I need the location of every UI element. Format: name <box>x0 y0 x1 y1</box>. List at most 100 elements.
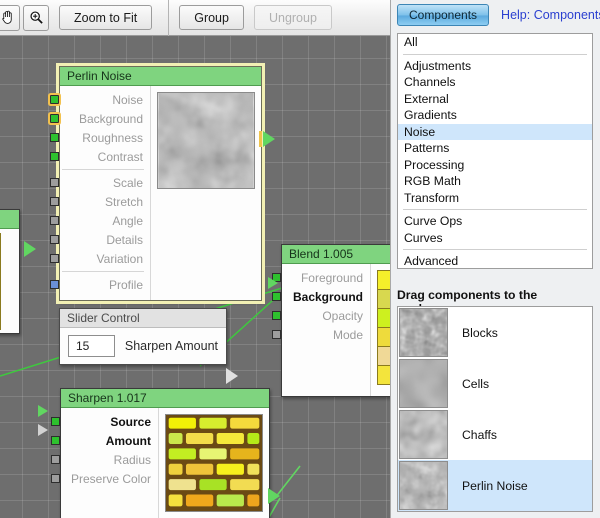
port-variation[interactable] <box>50 254 59 263</box>
help-components-link[interactable]: Help: Components <box>501 8 600 22</box>
output-bar-perlin <box>259 131 262 147</box>
tab-components[interactable]: Components <box>397 4 490 26</box>
param-row-amount[interactable]: Amount <box>51 431 158 450</box>
component-item-perlin-noise[interactable]: Perlin Noise <box>398 460 592 511</box>
param-separator <box>62 169 145 170</box>
slider-value-input[interactable]: 15 <box>68 335 115 357</box>
components-panel: Components Help: Components All Adjustme… <box>390 0 600 518</box>
chaffs-noise-thumbnail <box>399 410 448 459</box>
node-title-blend: Blend 1.005 <box>282 245 390 264</box>
category-all[interactable]: All <box>398 34 592 51</box>
port-angle[interactable] <box>50 216 59 225</box>
port-stretch[interactable] <box>50 197 59 206</box>
input-arrow-sharpen-source <box>38 405 48 417</box>
param-row-foreground[interactable]: Foreground <box>272 268 370 287</box>
slider-control-label: Sharpen Amount <box>124 339 218 353</box>
param-row-scale[interactable]: Scale <box>50 173 150 192</box>
cells-noise-thumbnail <box>399 359 448 408</box>
param-row-mode[interactable]: Mode <box>272 325 370 344</box>
port-profile[interactable] <box>50 280 59 289</box>
param-row-radius[interactable]: Radius <box>51 450 158 469</box>
port-background[interactable] <box>50 114 59 123</box>
node-title <box>0 210 19 229</box>
param-row-roughness[interactable]: Roughness <box>50 128 150 147</box>
param-row-profile[interactable]: Profile <box>50 275 150 294</box>
param-row-variation[interactable]: Variation <box>50 249 150 268</box>
component-item-cells[interactable]: Cells <box>398 358 592 409</box>
node-parameters-sharpen: Source Amount Radius Preserve Color <box>51 408 158 518</box>
category-channels[interactable]: Channels <box>398 74 592 91</box>
port-mode[interactable] <box>272 330 281 339</box>
component-list[interactable]: Blocks Cells Chaffs Perlin Noise <box>397 306 593 512</box>
output-arrow-sharpen <box>268 488 280 504</box>
param-row-noise[interactable]: Noise <box>50 90 150 109</box>
node-output-strip <box>0 233 1 330</box>
port-radius[interactable] <box>51 455 60 464</box>
node-slider-control[interactable]: Slider Control 15 Sharpen Amount <box>59 308 227 365</box>
component-item-blocks[interactable]: Blocks <box>398 307 592 358</box>
param-row-stretch[interactable]: Stretch <box>50 192 150 211</box>
category-rgb-math[interactable]: RGB Math <box>398 173 592 190</box>
node-perlin-noise[interactable]: Perlin Noise Noise Background Roughness … <box>50 63 265 304</box>
param-row-source[interactable]: Source <box>51 412 158 431</box>
port-opacity[interactable] <box>272 311 281 320</box>
category-processing[interactable]: Processing <box>398 157 592 174</box>
node-sharpen[interactable]: Sharpen 1.017 Source Amount Radius Prese… <box>51 388 270 518</box>
category-patterns[interactable]: Patterns <box>398 140 592 157</box>
pan-tool-button[interactable] <box>0 4 20 31</box>
input-arrow-blend-background <box>268 277 278 289</box>
port-preserve-color[interactable] <box>51 474 60 483</box>
list-separator <box>403 209 587 210</box>
brick-pattern-preview <box>165 414 263 512</box>
category-curve-ops[interactable]: Curve Ops <box>398 213 592 230</box>
param-row-details[interactable]: Details <box>50 230 150 249</box>
port-noise[interactable] <box>50 95 59 104</box>
panel-header: Components Help: Components <box>391 0 600 30</box>
perlin-noise-preview <box>157 92 255 189</box>
group-button[interactable]: Group <box>179 5 244 30</box>
toolbar: Zoom to Fit Group Ungroup <box>0 0 390 36</box>
port-blend-background[interactable] <box>272 292 281 301</box>
node-title-sharpen: Sharpen 1.017 <box>61 389 269 408</box>
component-item-chaffs[interactable]: Chaffs <box>398 409 592 460</box>
component-label: Cells <box>462 376 490 391</box>
ungroup-button: Ungroup <box>253 5 332 30</box>
category-advanced[interactable]: Advanced <box>398 253 592 268</box>
output-arrow-left-node <box>24 241 36 257</box>
perlin-noise-thumbnail <box>399 461 448 510</box>
node-title-perlin-noise: Perlin Noise <box>60 67 261 86</box>
category-gradients[interactable]: Gradients <box>398 107 592 124</box>
param-row-contrast[interactable]: Contrast <box>50 147 150 166</box>
category-list[interactable]: All Adjustments Channels External Gradie… <box>397 33 593 269</box>
port-scale[interactable] <box>50 178 59 187</box>
component-label: Blocks <box>462 325 498 340</box>
category-adjustments[interactable]: Adjustments <box>398 58 592 75</box>
node-graph-canvas[interactable]: Perlin Noise Noise Background Roughness … <box>0 36 390 518</box>
node-parameters-blend: Foreground Background Opacity Mode <box>272 264 370 396</box>
component-label: Perlin Noise <box>462 478 528 493</box>
port-source[interactable] <box>51 417 60 426</box>
param-row-preserve-color[interactable]: Preserve Color <box>51 469 158 488</box>
port-contrast[interactable] <box>50 152 59 161</box>
category-external[interactable]: External <box>398 91 592 108</box>
param-row-opacity[interactable]: Opacity <box>272 306 370 325</box>
param-separator <box>62 271 145 272</box>
port-details[interactable] <box>50 235 59 244</box>
category-curves[interactable]: Curves <box>398 230 592 247</box>
port-amount[interactable] <box>51 436 60 445</box>
category-noise[interactable]: Noise <box>398 123 592 140</box>
node-preview-blend <box>377 270 390 390</box>
category-transform[interactable]: Transform <box>398 190 592 207</box>
zoom-tool-button[interactable] <box>23 4 49 31</box>
param-row-background[interactable]: Background <box>50 109 150 128</box>
param-row-blend-background[interactable]: Background <box>272 287 370 306</box>
toolbar-separator <box>168 0 170 36</box>
node-blend[interactable]: Blend 1.005 Foreground Background Opacit… <box>272 244 390 397</box>
node-offscreen-left[interactable] <box>0 209 20 334</box>
param-row-angle[interactable]: Angle <box>50 211 150 230</box>
blocks-noise-thumbnail <box>399 308 448 357</box>
slider-control-title: Slider Control <box>60 309 226 328</box>
port-roughness[interactable] <box>50 133 59 142</box>
zoom-to-fit-button[interactable]: Zoom to Fit <box>59 5 153 30</box>
input-arrow-sharpen-amount <box>38 424 48 436</box>
